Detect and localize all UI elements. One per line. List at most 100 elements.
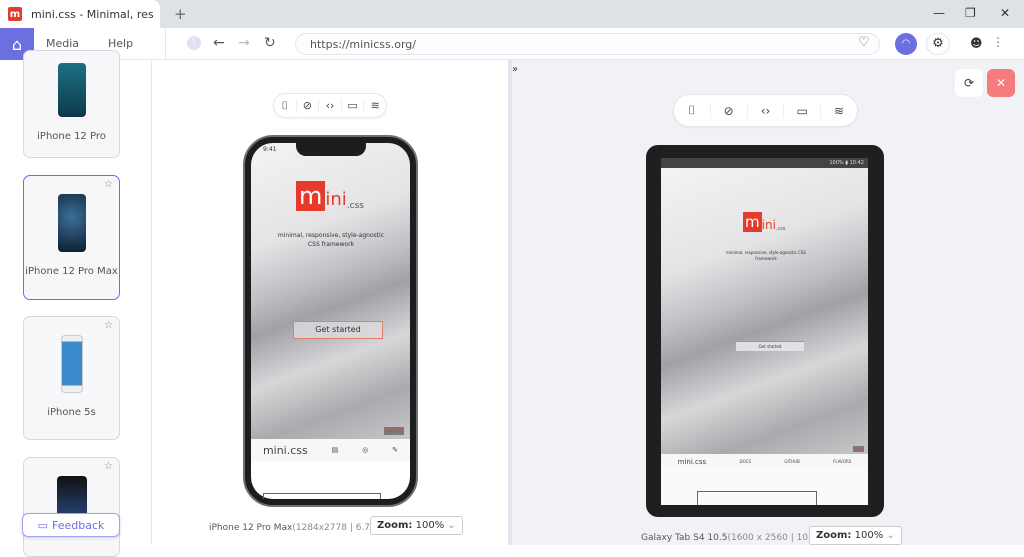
wifi-icon[interactable]: ≋ <box>364 99 386 112</box>
logo-m: m <box>296 181 326 211</box>
zoom-label: Zoom: <box>816 530 852 541</box>
tablet-screen-bottom <box>661 469 868 505</box>
star-icon[interactable]: ☆ <box>104 461 113 472</box>
mini-css-logo: m ini .css <box>743 212 785 232</box>
device-card[interactable]: iPhone 12 Pro <box>23 50 120 158</box>
device-image <box>57 63 86 117</box>
tablet-device-caption: Galaxy Tab S4 10.5(1600 x 2560 | 10.5 in… <box>641 533 831 543</box>
star-icon[interactable]: ☆ <box>104 179 113 190</box>
tablet-status-bar: 100% ▮ 10:42 <box>661 158 868 168</box>
logo-ini: ini <box>761 218 776 232</box>
rotate-button[interactable]: ⟳ <box>955 69 983 97</box>
tagline: minimal, responsive, style-agnostic CSS … <box>726 250 806 261</box>
feedback-label: Feedback <box>52 518 105 532</box>
device-image <box>57 194 86 252</box>
get-started-button[interactable]: Get started <box>293 321 383 339</box>
device-name: iPhone 12 Pro Max <box>25 266 118 277</box>
close-device-button[interactable]: ✕ <box>987 69 1015 97</box>
device-image <box>60 335 83 393</box>
feedback-button[interactable]: ▭ Feedback <box>22 513 120 537</box>
info-icon[interactable]: ! <box>187 36 201 50</box>
zoom-value: 100% <box>854 530 884 541</box>
footer-brand[interactable]: mini.css <box>263 444 308 457</box>
phone-screen: 9:41 m ini .css minimal, responsive, style… <box>251 143 410 439</box>
video-icon[interactable]: ▭ <box>784 103 822 118</box>
device-card[interactable]: ☆ iPhone 12 Pro Max <box>23 175 120 300</box>
tab-title: mini.css - Minimal, res <box>31 7 154 21</box>
device-label: iPhone 12 Pro Max <box>209 523 293 533</box>
reload-icon[interactable]: ↻ <box>264 35 276 51</box>
footer-brand[interactable]: mini.css <box>678 458 707 466</box>
device-name: iPhone 5s <box>47 407 96 418</box>
forward-icon: → <box>238 35 250 51</box>
maximize-button[interactable]: ❐ <box>965 6 976 20</box>
phone-toolbar: ⌷ ⊘ ‹› ▭ ≋ <box>273 93 387 118</box>
status-time: 9:41 <box>263 146 277 153</box>
settings-icon[interactable]: ⚙ <box>926 33 950 55</box>
device-card[interactable]: ☆ iPhone 5s <box>23 316 120 440</box>
content-box <box>697 491 817 505</box>
footer-link-docs[interactable]: DOCS <box>739 459 751 464</box>
minimize-button[interactable]: — <box>933 6 945 20</box>
phone-screen-bottom <box>251 461 410 499</box>
avatar-icon[interactable]: ☻ <box>970 36 983 50</box>
tablet-toolbar: ⌷ ⊘ ‹› ▭ ≋ <box>673 94 858 127</box>
logo-css: .css <box>775 226 786 232</box>
url-input[interactable]: https://minicss.org/ <box>295 33 880 55</box>
screenshot-icon[interactable]: ⌷ <box>274 98 297 113</box>
close-icon: ✕ <box>995 76 1007 90</box>
notch <box>296 143 366 156</box>
logo-ini: ini <box>325 189 347 210</box>
mini-css-logo: m ini .css <box>296 181 364 211</box>
device-sidebar: iPhone 12 Pro ☆ iPhone 12 Pro Max ☆ iPho… <box>0 50 152 557</box>
zoom-label: Zoom: <box>377 520 413 531</box>
tablet-screen: m ini .css minimal, responsive, style-agno… <box>661 168 868 454</box>
footer-link-github[interactable]: GITHUB <box>784 459 799 464</box>
home-icon: ⌂ <box>11 34 23 54</box>
device-label: Galaxy Tab S4 10.5 <box>641 533 728 543</box>
footer-link-flavors[interactable]: FLAVORS <box>833 459 851 464</box>
performance-icon[interactable]: ◠ <box>895 33 917 55</box>
back-icon[interactable]: ← <box>213 35 225 51</box>
zoom-value: 100% <box>415 520 445 531</box>
docs-icon[interactable]: ▤ <box>332 446 339 454</box>
divider <box>165 28 166 60</box>
tablet-zoom-select[interactable]: Zoom: 100% ⌄ <box>809 526 902 545</box>
more-icon[interactable]: ⋮ <box>992 35 1004 49</box>
browser-tab[interactable]: m mini.css - Minimal, res <box>0 0 160 28</box>
tablet-footer: mini.css DOCS GITHUB FLAVORS <box>661 454 868 469</box>
rotate-block-icon[interactable]: ⊘ <box>711 103 748 118</box>
version-badge: v3.0.1 <box>384 427 404 435</box>
get-started-button[interactable]: Get started <box>736 341 804 351</box>
phone-zoom-select[interactable]: Zoom: 100% ⌄ <box>370 516 463 535</box>
phone-footer: mini.css ▤ ◎ ✎ <box>251 439 410 461</box>
code-icon[interactable]: ‹› <box>319 99 342 112</box>
rotate-block-icon[interactable]: ⊘ <box>297 99 320 112</box>
heart-icon[interactable]: ♡ <box>858 35 870 50</box>
device-name: iPhone 12 Pro <box>37 131 106 142</box>
version-badge: v3.0.1 <box>853 446 865 452</box>
menu-media[interactable]: Media <box>46 37 79 50</box>
star-icon[interactable]: ☆ <box>104 320 113 331</box>
edit-icon[interactable]: ✎ <box>392 446 398 454</box>
chat-icon: ▭ <box>37 518 48 532</box>
menu-help[interactable]: Help <box>108 37 133 50</box>
chevron-down-icon: ⌄ <box>886 530 895 541</box>
rotate-icon: ⟳ <box>963 76 975 90</box>
code-icon[interactable]: ‹› <box>748 103 785 118</box>
screenshot-icon[interactable]: ⌷ <box>674 103 711 118</box>
tagline: minimal, responsive, style-agnostic CSS … <box>277 232 385 248</box>
device-card[interactable]: ☆ <box>23 457 120 557</box>
close-window-button[interactable]: ✕ <box>1000 6 1010 20</box>
wifi-icon[interactable]: ≋ <box>821 104 857 118</box>
expand-icon[interactable]: » <box>512 64 518 75</box>
github-icon[interactable]: ◎ <box>362 446 368 454</box>
favicon: m <box>8 7 22 21</box>
video-icon[interactable]: ▭ <box>342 99 365 112</box>
status-text: 100% ▮ 10:42 <box>829 160 864 166</box>
chevron-down-icon: ⌄ <box>447 520 456 531</box>
phone-device-caption: iPhone 12 Pro Max(1284x2778 | 6.7 in) <box>209 523 385 533</box>
logo-m: m <box>743 212 762 232</box>
content-box <box>263 493 381 499</box>
new-tab-button[interactable]: + <box>174 5 187 23</box>
